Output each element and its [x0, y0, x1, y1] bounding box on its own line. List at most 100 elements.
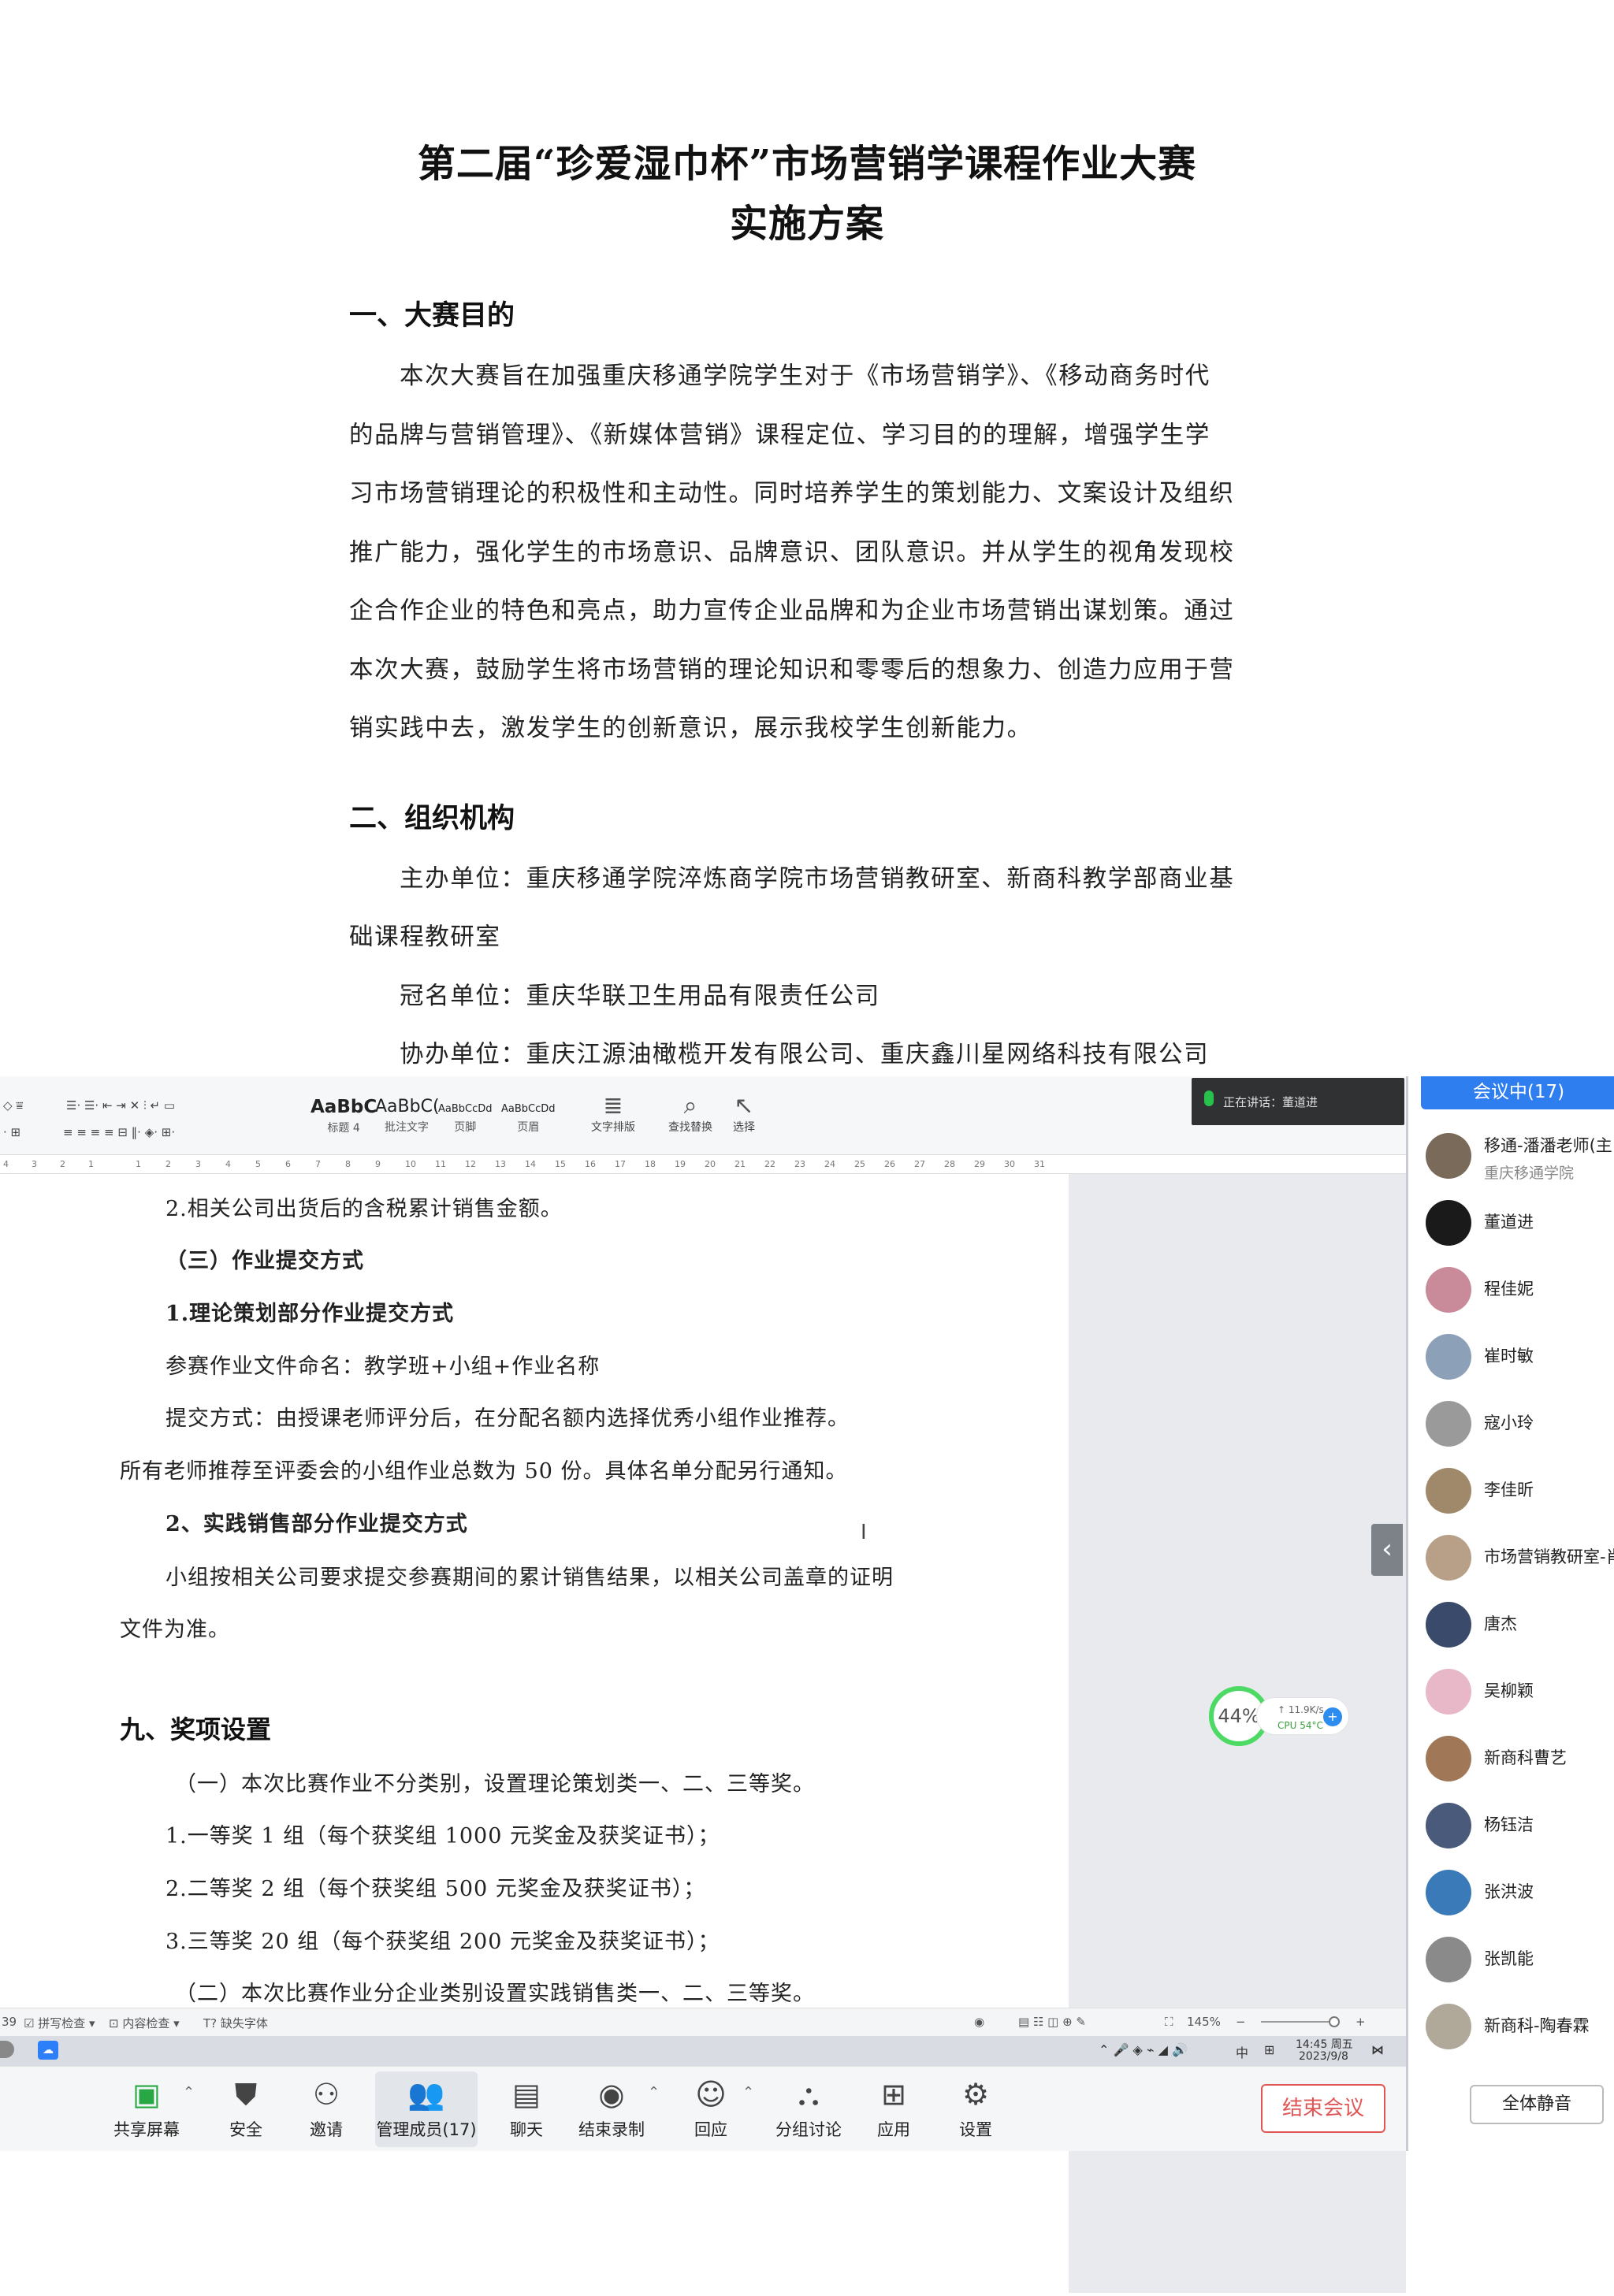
meeting-window: ◇ ⩸ ☰· ☰· ⇤ ⇥ ✕ ⫶ ↵ ▭ · ⊞ ≡ ≡ ≡ ≡ ⊟ ‖· ◈… — [0, 1076, 1614, 2296]
participant-row[interactable]: 张洪波 — [1408, 1860, 1614, 1926]
manage-members-button[interactable]: 👥 管理成员(17) — [375, 2071, 478, 2147]
zoom-slider[interactable] — [1261, 2021, 1337, 2023]
chevron-up-icon[interactable]: ⌃ — [183, 2084, 195, 2101]
avatar — [1426, 1334, 1471, 1380]
spell-check-button[interactable]: ☑ 拼写检查 ▾ — [24, 2015, 95, 2031]
select-button[interactable]: ↖ 选择 — [733, 1094, 755, 1135]
zoom-out-button[interactable]: − — [1236, 2015, 1246, 2029]
section2-line: 冠名单位：重庆华联卫生用品有限责任公司 — [400, 983, 880, 1010]
ime-indicator[interactable]: 中 — [1236, 2042, 1248, 2061]
text-layout-icon: ≣ — [603, 1092, 623, 1120]
tray-icons[interactable]: ⌃ 🎤 ◈ ⌁ ◢ 🔊 — [1099, 2042, 1188, 2057]
doc-line: 3.三等奖 20 组（每个获奖组 200 元奖金及获奖证书）； — [165, 1930, 720, 1954]
accelerate-icon[interactable]: + — [1323, 1707, 1342, 1726]
collapse-panel-button[interactable]: ‹ — [1371, 1524, 1403, 1576]
doc-line: （二）本次比赛作业分企业类别设置实践销售类一、二、三等奖。 — [175, 1982, 815, 2006]
participant-row[interactable]: 杨钰洁 — [1408, 1793, 1614, 1859]
mute-all-button[interactable]: 全体静音 — [1470, 2085, 1604, 2124]
doc-line: 文件为准。 — [120, 1618, 230, 1642]
stop-recording-button[interactable]: ◉ 结束录制 — [564, 2076, 659, 2141]
apps-button[interactable]: ⊞ 应用 — [846, 2076, 941, 2141]
doc-line: 参赛作业文件命名：教学班+小组+作业名称 — [165, 1354, 601, 1379]
apps-icon: ⊞ — [881, 2077, 906, 2112]
input-mode-icon[interactable]: ⊞ — [1264, 2042, 1274, 2057]
chevron-up-icon[interactable]: ⌃ — [648, 2084, 660, 2101]
participants-panel: 会议中(17) 移通-潘潘老师(主 重庆移通学院 董道进程佳妮崔时敏寇小玲李佳昕市场… — [1406, 1076, 1614, 2151]
zoom-slider-handle[interactable] — [1329, 2016, 1340, 2027]
text-cursor-icon: I — [861, 1521, 867, 1544]
avatar — [1426, 1736, 1471, 1781]
participant-name: 崔时敏 — [1484, 1347, 1534, 1365]
align-buttons-icon[interactable]: ≡ ≡ ≡ ≡ ⊟ ‖· ◈· ⊞· — [63, 1125, 175, 1147]
content-check-button[interactable]: ⊡ 内容检查 ▾ — [109, 2015, 180, 2031]
participant-row[interactable]: 新商科曹艺 — [1408, 1726, 1614, 1793]
avatar — [1426, 1937, 1471, 1982]
word-status-bar: 39 ☑ 拼写检查 ▾ ⊡ 内容检查 ▾ T? 缺失字体 ◉ ▤ ☷ ◫ ⊕ ✎… — [0, 2008, 1406, 2036]
section1-line: 的品牌与营销管理》、《新媒体营销》课程定位、学习目的的理解，增强学生学 — [349, 422, 1210, 449]
speaking-indicator: 正在讲话：董道进 — [1192, 1078, 1404, 1125]
word-ribbon: ◇ ⩸ ☰· ☰· ⇤ ⇥ ✕ ⫶ ↵ ▭ · ⊞ ≡ ≡ ≡ ≡ ⊟ ‖· ◈… — [0, 1076, 1406, 1155]
doc-line: 小组按相关公司要求提交参赛期间的累计销售结果，以相关公司盖章的证明 — [165, 1566, 894, 1590]
participant-name: 唐杰 — [1484, 1614, 1517, 1633]
avatar — [1426, 1602, 1471, 1648]
invite-button[interactable]: ⚇ 邀请 — [279, 2076, 374, 2141]
missing-font-button[interactable]: T? 缺失字体 — [203, 2015, 268, 2031]
avatar — [1426, 1803, 1471, 1848]
shared-document-page: 第二届“珍爱湿巾杯”市场营销学课程作业大赛 实施方案 一、大赛目的 本次大赛旨在… — [0, 0, 1614, 1076]
border-icon[interactable]: · ⊞ — [3, 1125, 20, 1147]
breakout-button[interactable]: ⛬ 分组讨论 — [761, 2076, 856, 2141]
participant-row[interactable]: 唐杰 — [1408, 1592, 1614, 1659]
clear-format-icon[interactable]: ◇ ⩸ — [3, 1098, 23, 1120]
participants-header[interactable]: 会议中(17) — [1421, 1076, 1614, 1109]
zoom-in-button[interactable]: + — [1356, 2015, 1366, 2029]
meeting-app-icon[interactable]: ☁ — [38, 2041, 58, 2060]
doc-subheading: （三）作业提交方式 — [165, 1249, 364, 1273]
participant-name: 张洪波 — [1484, 1882, 1534, 1901]
participant-name: 李佳昕 — [1484, 1481, 1534, 1499]
section2-line: 协办单位：重庆江源油橄榄开发有限公司、重庆鑫川星网络科技有限公司 — [400, 1041, 1210, 1068]
participant-row[interactable]: 程佳妮 — [1408, 1258, 1614, 1324]
find-replace-button[interactable]: ⌕ 查找替换 — [668, 1094, 712, 1135]
participant-row[interactable]: 李佳昕 — [1408, 1458, 1614, 1525]
style-footer[interactable]: AaBbCcDd 页脚 — [438, 1097, 493, 1141]
chat-button[interactable]: ▤ 聊天 — [479, 2076, 574, 2141]
list-buttons-icon[interactable]: ☰· ☰· ⇤ ⇥ ✕ ⫶ ↵ ▭ — [66, 1098, 175, 1120]
notification-icon[interactable]: ⋈ — [1371, 2042, 1384, 2057]
style-comment-text[interactable]: AaBbC( 批注文字 — [375, 1097, 438, 1141]
style-heading4[interactable]: AaBbC 标题 4 — [311, 1097, 377, 1141]
share-screen-button[interactable]: ▣ 共享屏幕 — [99, 2076, 194, 2141]
participant-row[interactable]: 寇小玲 — [1408, 1391, 1614, 1458]
gear-icon: ⚙ — [961, 2077, 990, 2112]
taskbar-avatar-icon[interactable] — [0, 2041, 14, 2058]
participant-name: 程佳妮 — [1484, 1280, 1534, 1298]
eye-icon[interactable]: ◉ — [974, 2015, 984, 2029]
style-header[interactable]: AaBbCcDd 页眉 — [501, 1097, 556, 1141]
settings-button[interactable]: ⚙ 设置 — [928, 2076, 1023, 2141]
avatar — [1426, 1200, 1471, 1246]
text-layout-button[interactable]: ≣ 文字排版 — [591, 1094, 635, 1135]
participant-name: 新商科-陶春霖 — [1484, 2016, 1590, 2035]
fit-page-icon[interactable]: ⛶ — [1165, 2015, 1173, 2029]
end-meeting-button[interactable]: 结束会议 — [1261, 2084, 1385, 2133]
view-mode-icons[interactable]: ▤ ☷ ◫ ⊕ ✎ — [1018, 2015, 1086, 2029]
clock-time[interactable]: 14:45 周五 — [1296, 2036, 1353, 2052]
participant-row[interactable]: 吴柳颖 — [1408, 1659, 1614, 1726]
participant-row[interactable]: 崔时敏 — [1408, 1324, 1614, 1391]
chevron-up-icon[interactable]: ⌃ — [742, 2084, 754, 2101]
section1-line: 习市场营销理论的积极性和主动性。同时培养学生的策划能力、文案设计及组织 — [349, 480, 1235, 507]
clock-date[interactable]: 2023/9/8 — [1299, 2050, 1348, 2063]
section1-line: 本次大赛旨在加强重庆移通学院学生对于《市场营销学》、《移动商务时代 — [400, 362, 1210, 390]
participant-row[interactable]: 移通-潘潘老师(主 重庆移通学院 — [1408, 1124, 1614, 1190]
avatar — [1426, 1133, 1471, 1179]
participant-row[interactable]: 市场营销教研室-肖 — [1408, 1525, 1614, 1592]
doc-section-heading: 九、奖项设置 — [120, 1715, 272, 1744]
network-monitor-widget[interactable]: 44% ↑ 11.9K/s CPU 54°C + — [1209, 1686, 1351, 1752]
participant-row[interactable]: 董道进 — [1408, 1191, 1614, 1257]
zoom-level[interactable]: 145% — [1187, 2015, 1221, 2029]
microphone-icon — [1204, 1090, 1214, 1106]
horizontal-ruler[interactable]: 4 3 2 1 1 2 3 4 5 6 7 8 9 10 11 12 13 14… — [0, 1155, 1406, 1174]
participant-row[interactable]: 新商科-陶春霖 — [1408, 1994, 1614, 2060]
participant-row[interactable]: 张凯能 — [1408, 1927, 1614, 1993]
section2-line: 主办单位：重庆移通学院淬炼商学院市场营销教研室、新商科教学部商业基 — [400, 865, 1235, 893]
avatar — [1426, 1267, 1471, 1313]
